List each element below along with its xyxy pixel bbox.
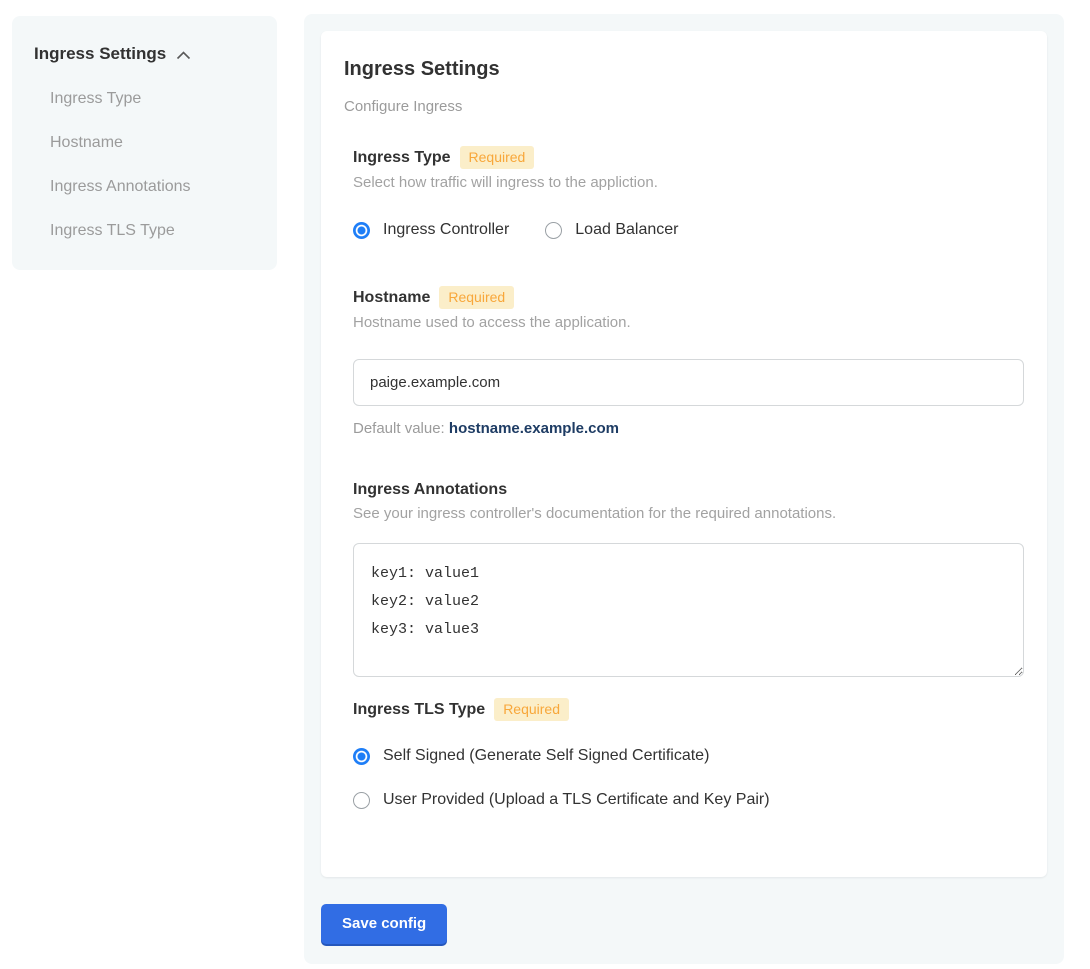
ingress-type-help-text: Select how traffic will ingress to the a… (353, 174, 1024, 191)
ingress-annotations-label: Ingress Annotations (353, 480, 507, 500)
hostname-input[interactable] (353, 359, 1024, 406)
sidebar-group-label: Ingress Settings (34, 44, 166, 64)
save-config-button[interactable]: Save config (321, 904, 447, 944)
default-value-text: hostname.example.com (449, 420, 619, 437)
radio-label: Self Signed (Generate Self Signed Certif… (383, 747, 709, 765)
ingress-annotations-help-text: See your ingress controller's documentat… (353, 505, 1024, 522)
radio-label: Load Balancer (575, 221, 678, 239)
ingress-annotations-textarea[interactable]: key1: value1 key2: value2 key3: value3 (353, 543, 1024, 677)
required-badge: Required (494, 698, 569, 721)
radio-unselected-icon[interactable] (545, 222, 562, 239)
radio-selected-icon[interactable] (353, 222, 370, 239)
sidebar-item-ingress-type[interactable]: Ingress Type (34, 90, 257, 108)
ingress-type-radio-group: Ingress Controller Load Balancer (353, 221, 1024, 239)
config-panel: Ingress Settings Configure Ingress Ingre… (304, 14, 1064, 964)
default-value-label: Default value: (353, 420, 445, 437)
page-subtitle: Configure Ingress (344, 98, 1024, 115)
hostname-label: Hostname (353, 288, 430, 308)
hostname-help-text: Hostname used to access the application. (353, 314, 1024, 331)
ingress-tls-type-label: Ingress TLS Type (353, 700, 485, 720)
radio-ingress-controller[interactable]: Ingress Controller (353, 221, 509, 239)
sidebar-item-hostname[interactable]: Hostname (34, 134, 257, 152)
config-nav-sidebar: Ingress Settings Ingress Type Hostname I… (12, 16, 277, 270)
radio-load-balancer[interactable]: Load Balancer (545, 221, 678, 239)
section-ingress-annotations: Ingress Annotations See your ingress con… (344, 480, 1024, 677)
required-badge: Required (439, 286, 514, 309)
chevron-up-icon (176, 51, 191, 60)
page-title: Ingress Settings (344, 57, 1024, 81)
radio-label: Ingress Controller (383, 221, 509, 239)
sidebar-item-ingress-tls-type[interactable]: Ingress TLS Type (34, 222, 257, 240)
ingress-type-label: Ingress Type (353, 148, 451, 168)
radio-label: User Provided (Upload a TLS Certificate … (383, 791, 770, 809)
radio-unselected-icon[interactable] (353, 792, 370, 809)
hostname-default-line: Default value: hostname.example.com (353, 420, 1024, 437)
section-hostname: Hostname Required Hostname used to acces… (344, 286, 1024, 437)
sidebar-item-ingress-annotations[interactable]: Ingress Annotations (34, 178, 257, 196)
ingress-tls-radio-group: Self Signed (Generate Self Signed Certif… (353, 747, 1024, 809)
section-ingress-type: Ingress Type Required Select how traffic… (344, 146, 1024, 239)
page: Ingress Settings Ingress Type Hostname I… (0, 0, 1090, 964)
required-badge: Required (460, 146, 535, 169)
radio-selected-icon[interactable] (353, 748, 370, 765)
radio-user-provided[interactable]: User Provided (Upload a TLS Certificate … (353, 791, 1024, 809)
sidebar-item-list: Ingress Type Hostname Ingress Annotation… (34, 90, 257, 240)
section-ingress-tls-type: Ingress TLS Type Required Self Signed (G… (344, 698, 1024, 809)
sidebar-group-ingress-settings[interactable]: Ingress Settings (34, 44, 257, 64)
config-card: Ingress Settings Configure Ingress Ingre… (321, 31, 1047, 877)
radio-self-signed[interactable]: Self Signed (Generate Self Signed Certif… (353, 747, 1024, 765)
